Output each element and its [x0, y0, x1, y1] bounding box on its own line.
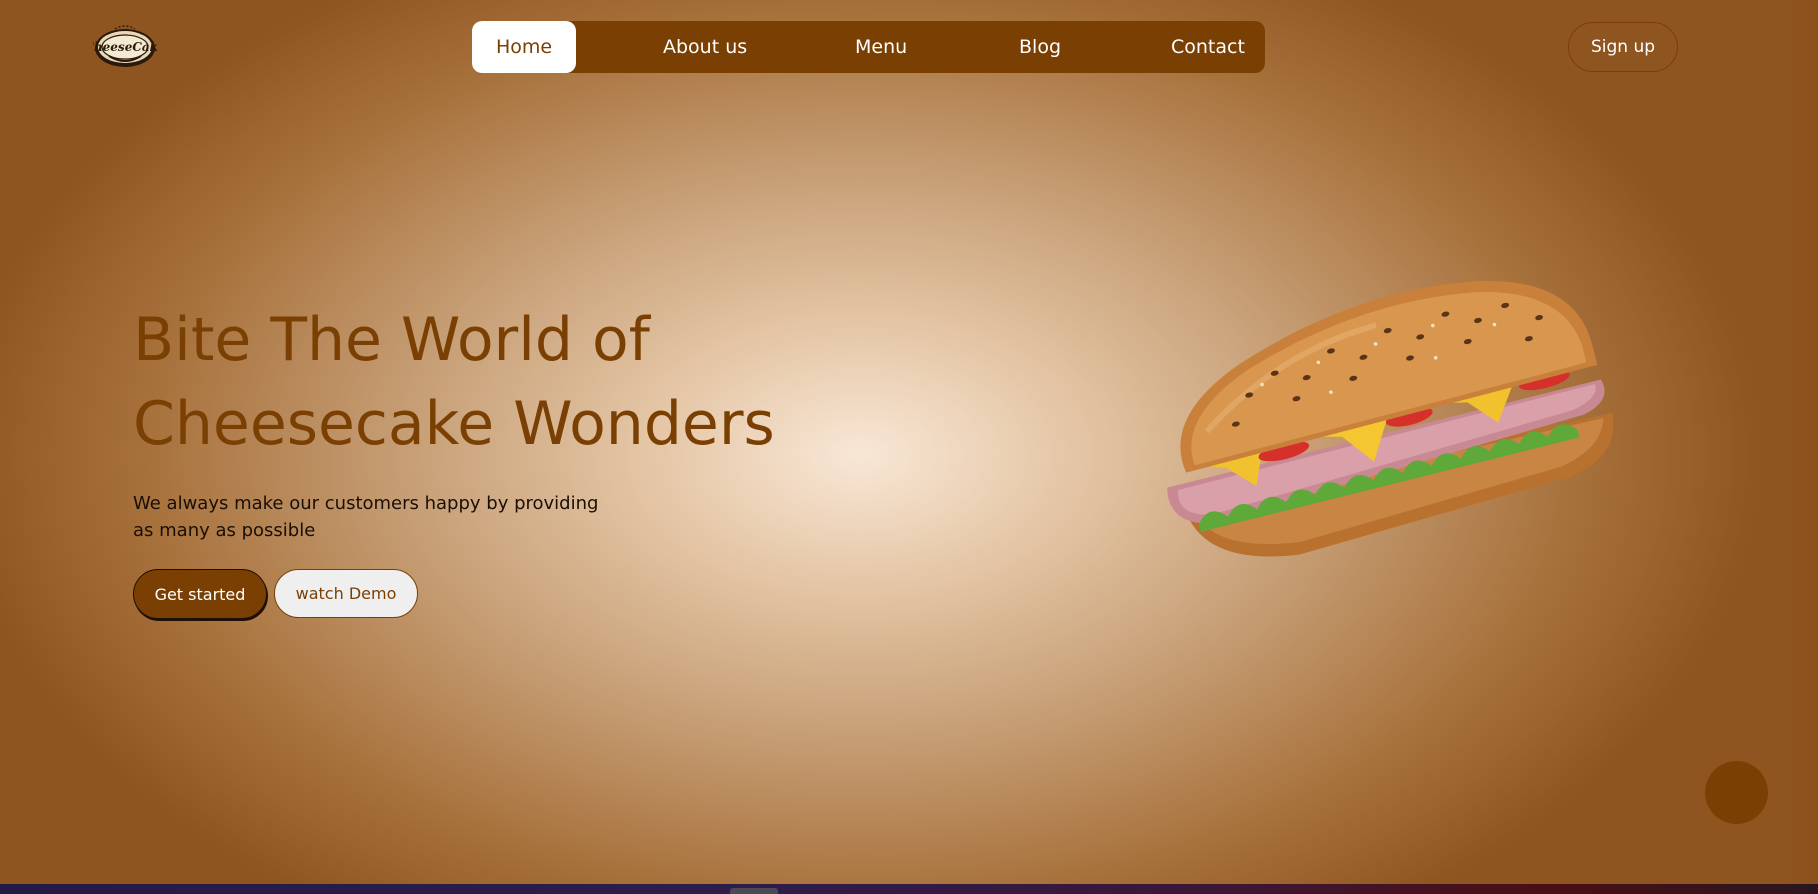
main-nav: Home About us Menu Blog Contact [472, 21, 1265, 73]
nav-about-us[interactable]: About us [663, 21, 747, 73]
nav-menu[interactable]: Menu [855, 21, 907, 73]
hero-subtitle-line-2: as many as possible [133, 520, 316, 541]
hero-title-line-2: Cheesecake Wonders [133, 389, 775, 459]
nav-blog[interactable]: Blog [1019, 21, 1061, 73]
logo-wordmark: CheeseCake [93, 40, 157, 54]
sandwich-image [1150, 268, 1620, 578]
cheesecake-logo-icon[interactable]: CheeseCake [84, 20, 166, 70]
hero-subtitle: We always make our customers happy by pr… [133, 490, 613, 544]
hero-title-line-1: Bite The World of [133, 305, 650, 375]
nav-home[interactable]: Home [472, 21, 576, 73]
page-edge-shade [1782, 0, 1818, 884]
bottom-taskbar-strip [0, 884, 1818, 894]
chat-bubble-icon[interactable] [1705, 761, 1768, 824]
hero-subtitle-line-1: We always make our customers happy by pr… [133, 493, 599, 514]
taskbar-handle [730, 888, 778, 894]
get-started-button[interactable]: Get started [133, 569, 267, 619]
hero-title: Bite The World of Cheesecake Wonders [133, 298, 853, 466]
signup-button[interactable]: Sign up [1568, 22, 1678, 72]
nav-contact[interactable]: Contact [1171, 21, 1245, 73]
watch-demo-button[interactable]: watch Demo [274, 569, 418, 618]
